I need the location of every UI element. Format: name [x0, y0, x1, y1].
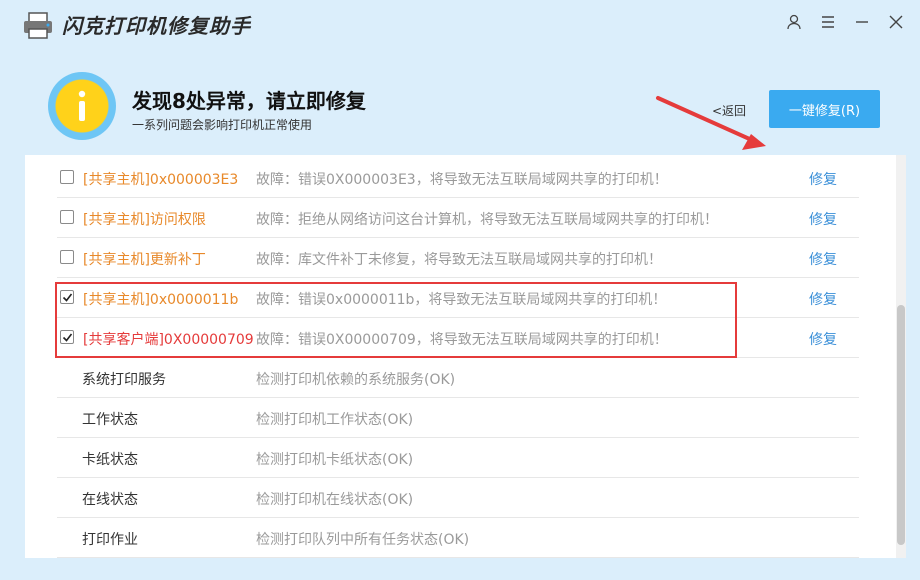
printer-icon [22, 12, 54, 40]
issue-checkbox[interactable] [60, 210, 74, 224]
check-name: 系统打印服务 [82, 372, 166, 388]
minimize-icon[interactable] [850, 10, 874, 34]
check-description: 检测打印队列中所有任务状态(OK) [256, 532, 470, 548]
check-name: 工作状态 [82, 412, 138, 428]
issue-name: [共享主机]0x000003E3 [83, 172, 239, 188]
check-description: 检测打印机依赖的系统服务(OK) [256, 372, 456, 388]
close-icon[interactable] [884, 10, 908, 34]
page-title: 发现8处异常，请立即修复 [132, 89, 366, 113]
issue-row: [共享主机]0x000003E3 故障：错误0X000003E3，将导致无法互联局… [57, 158, 859, 198]
issue-checkbox[interactable] [60, 170, 74, 184]
check-name: 卡纸状态 [82, 452, 138, 468]
issue-name: [共享主机]更新补丁 [83, 252, 206, 268]
issue-description: 故障：错误0X000003E3，将导致无法互联局域网共享的打印机！ [256, 172, 668, 188]
status-header: 发现8处异常，请立即修复 一系列问题会影响打印机正常使用 <返回 一键修复(R) [0, 60, 920, 155]
highlight-annotation [55, 282, 737, 358]
check-row: 系统打印服务 检测打印机依赖的系统服务(OK) [57, 358, 859, 398]
issue-name: [共享主机]访问权限 [83, 212, 206, 228]
fix-link[interactable]: 修复 [809, 209, 837, 229]
fix-link[interactable]: 修复 [809, 329, 837, 349]
issue-description: 故障：拒绝从网络访问这台计算机，将导致无法互联局域网共享的打印机！ [256, 212, 718, 228]
fix-link[interactable]: 修复 [809, 169, 837, 189]
arrow-annotation [656, 96, 766, 150]
issue-row: [共享主机]访问权限 故障：拒绝从网络访问这台计算机，将导致无法互联局域网共享的打… [57, 198, 859, 238]
page-subtitle: 一系列问题会影响打印机正常使用 [132, 118, 313, 132]
check-description: 检测打印机卡纸状态(OK) [256, 452, 414, 468]
check-row: 打印作业 检测打印队列中所有任务状态(OK) [57, 518, 859, 558]
info-icon [48, 72, 116, 140]
check-description: 检测打印机在线状态(OK) [256, 492, 414, 508]
issue-row: [共享主机]更新补丁 故障：库文件补丁未修复，将导致无法互联局域网共享的打印机！ 修… [57, 238, 859, 278]
check-row: 卡纸状态 检测打印机卡纸状态(OK) [57, 438, 859, 478]
scrollbar-thumb[interactable] [897, 305, 905, 545]
user-icon[interactable] [782, 10, 806, 34]
check-row: 工作状态 检测打印机工作状态(OK) [57, 398, 859, 438]
scrollbar[interactable] [896, 155, 906, 558]
check-name: 打印作业 [82, 532, 138, 548]
issue-checkbox[interactable] [60, 250, 74, 264]
issue-description: 故障：库文件补丁未修复，将导致无法互联局域网共享的打印机！ [256, 252, 662, 268]
check-name: 在线状态 [82, 492, 138, 508]
fix-link[interactable]: 修复 [809, 249, 837, 269]
fix-link[interactable]: 修复 [809, 289, 837, 309]
check-row: 在线状态 检测打印机在线状态(OK) [57, 478, 859, 518]
app-title: 闪克打印机修复助手 [62, 14, 251, 38]
menu-icon[interactable] [816, 10, 840, 34]
fix-all-button[interactable]: 一键修复(R) [769, 90, 880, 128]
title-bar: 闪克打印机修复助手 [0, 0, 920, 50]
check-description: 检测打印机工作状态(OK) [256, 412, 414, 428]
